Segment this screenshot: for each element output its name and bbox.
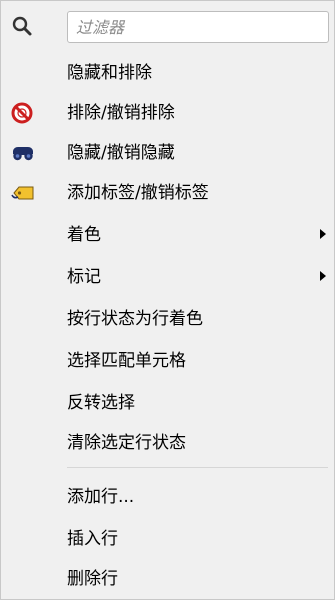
menu-item-label: 添加行... [67, 487, 135, 507]
menu-item-clear-row-states[interactable]: 清除选定行状态 [1, 423, 335, 463]
menu-item-hide-toggle[interactable]: 隐藏/撤销隐藏 [1, 133, 335, 173]
tag-icon [10, 181, 36, 205]
menu-item-delete-rows[interactable]: 删除行 [1, 559, 335, 599]
menu-item-hide-and-exclude[interactable]: 隐藏和排除 [1, 53, 335, 93]
menu-item-label: 删除行 [67, 569, 118, 589]
menu-item-label: 选择匹配单元格 [67, 351, 186, 371]
context-menu: 隐藏和排除 排除/撤销排除 隐藏/撤销隐藏 [0, 0, 335, 600]
menu-item-label: 隐藏/撤销隐藏 [67, 143, 175, 163]
menu-item-label: 按行状态为行着色 [67, 309, 203, 329]
menu-item-tag-toggle[interactable]: 添加标签/撤销标签 [1, 173, 335, 213]
exclude-icon [10, 101, 36, 125]
filter-row [1, 9, 335, 45]
menu-item-label: 插入行 [67, 529, 118, 549]
menu-item-exclude-toggle[interactable]: 排除/撤销排除 [1, 93, 335, 133]
menu-item-label: 添加标签/撤销标签 [67, 183, 209, 203]
search-icon [11, 15, 33, 37]
menu-item-marker[interactable]: 标记 [1, 257, 335, 297]
menu-item-insert-rows[interactable]: 插入行 [1, 519, 335, 559]
menu-item-label: 隐藏和排除 [67, 63, 152, 83]
menu-item-invert-selection[interactable]: 反转选择 [1, 383, 335, 423]
menu-item-select-matching-cells[interactable]: 选择匹配单元格 [1, 341, 335, 381]
menu-item-add-rows[interactable]: 添加行... [1, 477, 335, 517]
menu-item-label: 排除/撤销排除 [67, 103, 175, 123]
hide-icon [10, 141, 36, 165]
submenu-arrow-icon [320, 271, 326, 281]
menu-item-label: 清除选定行状态 [67, 433, 186, 453]
menu-item-color[interactable]: 着色 [1, 215, 335, 255]
menu-item-label: 反转选择 [67, 393, 135, 413]
submenu-arrow-icon [320, 229, 326, 239]
menu-item-label: 着色 [67, 225, 101, 245]
filter-input[interactable] [67, 11, 329, 43]
menu-separator [67, 467, 328, 468]
menu-item-label: 标记 [67, 267, 101, 287]
menu-item-color-by-row-state[interactable]: 按行状态为行着色 [1, 299, 335, 339]
